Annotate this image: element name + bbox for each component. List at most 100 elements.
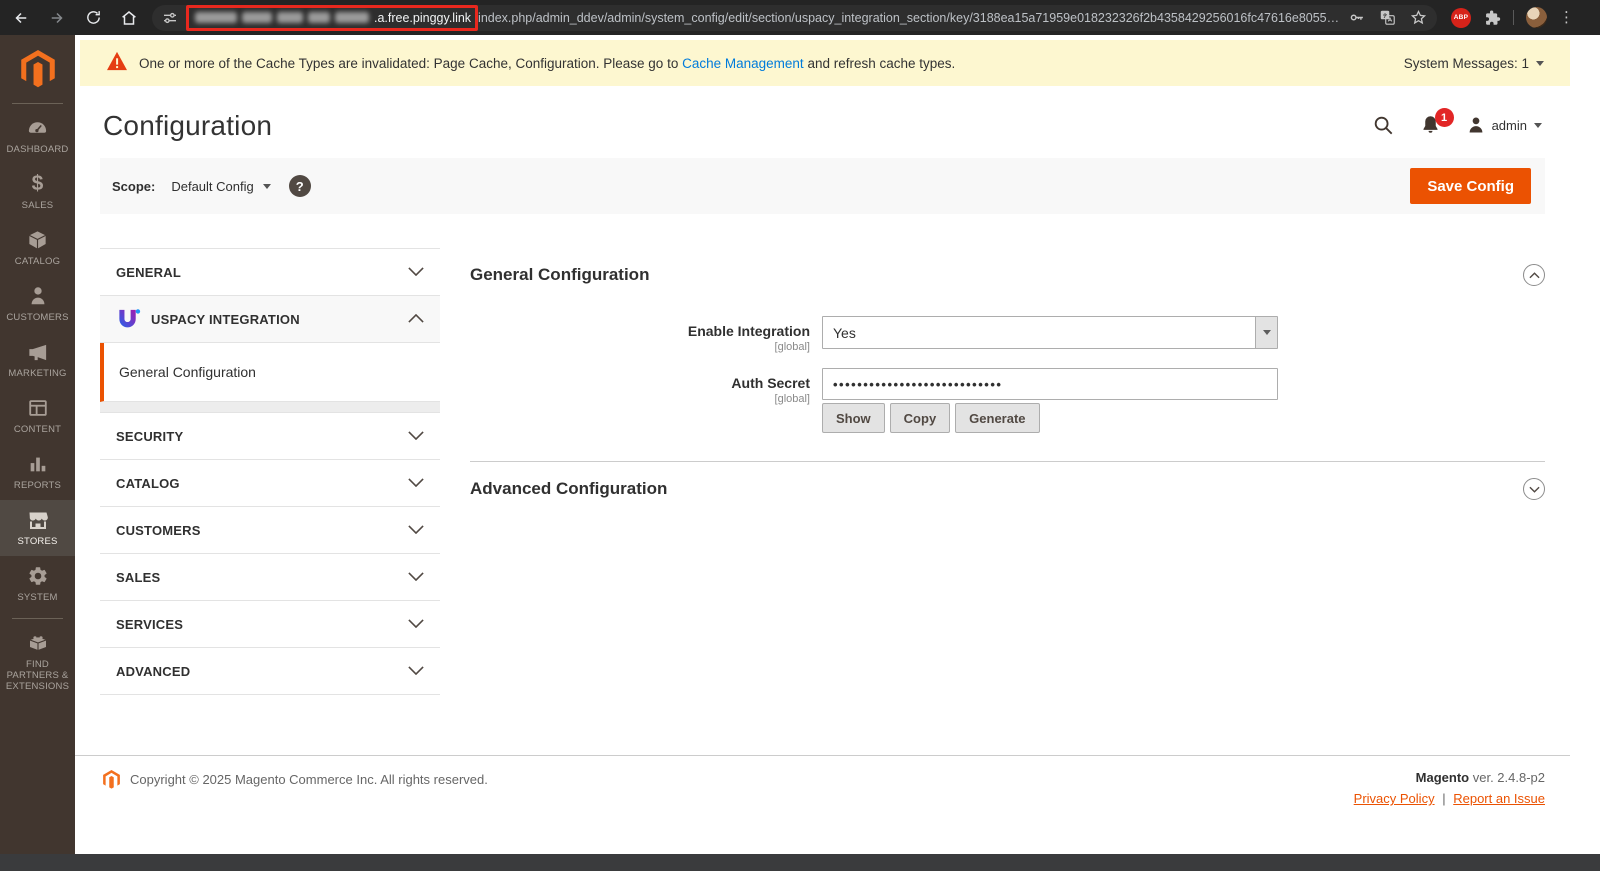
- scope-tag: [global]: [470, 393, 810, 405]
- system-messages-toggle[interactable]: System Messages: 1: [1404, 56, 1544, 71]
- home-icon[interactable]: [118, 7, 140, 29]
- extensions-brick-icon: [26, 631, 50, 655]
- sidebar-item-sales[interactable]: $ SALES: [0, 164, 75, 220]
- content-icon: [27, 396, 49, 420]
- nav-item-general-configuration[interactable]: General Configuration: [100, 343, 440, 402]
- sidebar-item-catalog[interactable]: CATALOG: [0, 220, 75, 276]
- nav-section-customers[interactable]: CUSTOMERS: [100, 507, 440, 554]
- notifications-bell-icon[interactable]: 1: [1420, 114, 1441, 136]
- uspacy-logo-icon: [116, 307, 141, 332]
- chevron-down-icon: [408, 568, 424, 586]
- scope-tag: [global]: [470, 341, 810, 353]
- scope-selector[interactable]: Default Config: [171, 179, 270, 194]
- nav-section-sales[interactable]: SALES: [100, 554, 440, 601]
- customers-icon: [27, 284, 49, 308]
- admin-footer: Copyright © 2025 Magento Commerce Inc. A…: [75, 755, 1570, 806]
- expand-section-icon[interactable]: [1523, 478, 1545, 500]
- enable-integration-label: Enable Integration [global]: [470, 316, 810, 353]
- site-info-icon[interactable]: [162, 10, 178, 26]
- marketing-icon: [26, 340, 49, 364]
- back-icon[interactable]: [10, 7, 32, 29]
- nav-section-advanced[interactable]: ADVANCED: [100, 648, 440, 695]
- report-issue-link[interactable]: Report an Issue: [1453, 791, 1545, 806]
- sidebar-item-dashboard[interactable]: DASHBOARD: [0, 108, 75, 164]
- translate-icon[interactable]: [1379, 9, 1396, 26]
- scope-label: Scope:: [112, 179, 155, 194]
- window-bottom-edge: [0, 854, 1600, 871]
- chevron-down-icon: [408, 521, 424, 539]
- adblock-extension-icon[interactable]: ABP: [1451, 8, 1471, 28]
- url-domain: .a.free.pinggy.link: [374, 11, 471, 25]
- config-content: General Configuration Enable Integration…: [470, 248, 1545, 500]
- extensions-puzzle-icon[interactable]: [1483, 9, 1501, 27]
- auth-secret-input[interactable]: ••••••••••••••••••••••••••••: [822, 368, 1278, 400]
- link-separator: |: [1442, 791, 1445, 806]
- catalog-icon: [26, 228, 49, 252]
- forward-icon[interactable]: [46, 7, 68, 29]
- system-messages-banner: One or more of the Cache Types are inval…: [80, 40, 1570, 86]
- browser-menu-icon[interactable]: ⋮: [1559, 10, 1574, 25]
- bookmark-star-icon[interactable]: [1410, 9, 1427, 26]
- magento-logo[interactable]: [0, 35, 75, 103]
- chevron-down-icon: [263, 184, 271, 189]
- sidebar-item-stores[interactable]: STORES: [0, 500, 75, 556]
- privacy-policy-link[interactable]: Privacy Policy: [1354, 791, 1435, 806]
- sidebar-item-reports[interactable]: REPORTS: [0, 444, 75, 500]
- copy-button[interactable]: Copy: [890, 403, 951, 433]
- chevron-down-icon: [1536, 61, 1544, 66]
- show-button[interactable]: Show: [822, 403, 885, 433]
- reload-icon[interactable]: [82, 7, 104, 29]
- version-text: Magento ver. 2.4.8-p2: [1354, 770, 1545, 785]
- page-header: Configuration 1 admin: [75, 86, 1570, 156]
- enable-integration-select[interactable]: Yes: [822, 316, 1278, 349]
- auth-secret-label: Auth Secret [global]: [470, 368, 810, 433]
- sidebar-item-customers[interactable]: CUSTOMERS: [0, 276, 75, 332]
- chevron-down-icon: [408, 474, 424, 492]
- chevron-up-icon: [408, 310, 424, 328]
- sidebar-item-marketing[interactable]: MARKETING: [0, 332, 75, 388]
- browser-profile-avatar[interactable]: [1526, 7, 1547, 28]
- nav-section-catalog[interactable]: CATALOG: [100, 460, 440, 507]
- url-path: index.php/admin_ddev/admin/system_config…: [478, 11, 1340, 25]
- save-config-button[interactable]: Save Config: [1410, 168, 1531, 204]
- url-bar[interactable]: .a.free.pinggy.link index.php/admin_ddev…: [152, 5, 1437, 31]
- copyright-text: Copyright © 2025 Magento Commerce Inc. A…: [130, 772, 488, 787]
- collapse-section-icon[interactable]: [1523, 264, 1545, 286]
- advanced-configuration-section: Advanced Configuration: [470, 462, 1545, 500]
- admin-page: DASHBOARD $ SALES CATALOG CUSTOMERS MARK…: [0, 35, 1600, 854]
- sales-icon: $: [32, 172, 44, 196]
- admin-username: admin: [1492, 118, 1527, 133]
- cache-management-link[interactable]: Cache Management: [682, 56, 804, 71]
- main-content: One or more of the Cache Types are inval…: [75, 35, 1570, 854]
- nav-section-services[interactable]: SERVICES: [100, 601, 440, 648]
- admin-user-menu[interactable]: admin: [1467, 116, 1542, 134]
- password-key-icon[interactable]: [1348, 9, 1365, 26]
- admin-search-icon[interactable]: [1372, 114, 1394, 136]
- nav-section-general[interactable]: GENERAL: [100, 249, 440, 296]
- sidebar-item-content[interactable]: CONTENT: [0, 388, 75, 444]
- general-configuration-form: Enable Integration [global] Yes Au: [470, 316, 1545, 433]
- admin-sidebar: DASHBOARD $ SALES CATALOG CUSTOMERS MARK…: [0, 35, 75, 854]
- config-section-nav: GENERAL USPACY INTEGRATION General Confi…: [100, 248, 440, 695]
- chevron-down-icon: [408, 662, 424, 680]
- redacted-text: [277, 12, 303, 23]
- sidebar-item-find-partners[interactable]: FIND PARTNERS & EXTENSIONS: [0, 623, 75, 701]
- redaction-box: .a.free.pinggy.link: [186, 5, 478, 31]
- page-actions-bar: Scope: Default Config ? Save Config: [100, 158, 1545, 214]
- general-configuration-section: General Configuration: [470, 248, 1545, 286]
- nav-section-security[interactable]: SECURITY: [100, 413, 440, 460]
- nav-section-uspacy-integration[interactable]: USPACY INTEGRATION: [100, 296, 440, 343]
- redacted-text: [242, 12, 272, 23]
- scope-help-icon[interactable]: ?: [289, 175, 311, 197]
- generate-button[interactable]: Generate: [955, 403, 1039, 433]
- nav-group-gap: [100, 402, 440, 413]
- toolbar-separator: [1513, 10, 1514, 25]
- page-title: Configuration: [103, 110, 272, 142]
- dashboard-icon: [26, 116, 49, 140]
- sidebar-divider: [12, 618, 63, 619]
- sidebar-item-system[interactable]: SYSTEM: [0, 556, 75, 612]
- browser-toolbar: .a.free.pinggy.link index.php/admin_ddev…: [0, 0, 1600, 35]
- redacted-text: [335, 12, 369, 23]
- warning-icon: [106, 51, 128, 76]
- user-icon: [1467, 116, 1485, 134]
